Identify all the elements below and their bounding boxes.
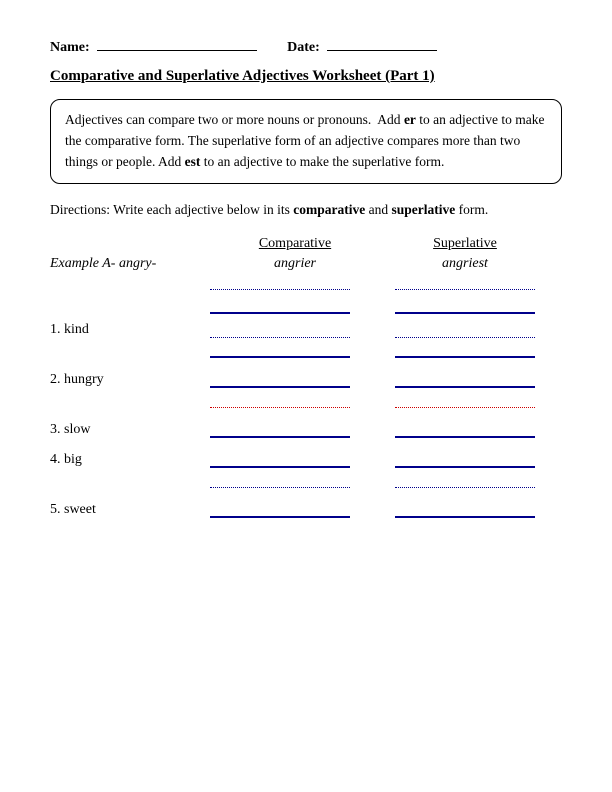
hungry-dotted-lines [210, 390, 562, 408]
row-group-kind: 1. kind [50, 320, 562, 358]
kind-comp-line [210, 340, 350, 358]
info-box: Adjectives can compare two or more nouns… [50, 99, 562, 184]
row-group-slow: 3. slow [50, 420, 562, 438]
word-row-kind: 1. kind [50, 320, 562, 338]
word-row-sweet: 5. sweet [50, 500, 562, 518]
row-group-sweet: 5. sweet [50, 500, 562, 518]
worksheet-rows: 1. kind 2. hungry [50, 320, 562, 518]
word-label-slow: 3. slow [50, 422, 210, 438]
hungry-comp-line [210, 370, 350, 388]
example-solid-line-comp [210, 296, 350, 314]
hungry-comp-dotted [210, 390, 350, 408]
example-superlative: angriest [380, 256, 550, 272]
sweet-sup-line [395, 500, 535, 518]
hungry-sup-dotted [395, 390, 535, 408]
example-row: Example A- angry- angrier angriest [50, 256, 562, 272]
row-group-hungry: 2. hungry [50, 370, 562, 408]
header-row: Name: Date: [50, 40, 562, 56]
slow-comp-line [210, 420, 350, 438]
example-comparative: angrier [210, 256, 380, 272]
kind-comp-dotted [210, 320, 350, 338]
kind-sup-line [395, 340, 535, 358]
page-title: Comparative and Superlative Adjectives W… [50, 68, 562, 85]
big-dotted-lines [210, 470, 562, 488]
big-comp-dotted [210, 470, 350, 488]
example-dotted-line-comp [210, 276, 350, 290]
big-sup-line [395, 450, 535, 468]
example-solid-line-sup [395, 296, 535, 314]
hungry-sup-line [395, 370, 535, 388]
example-dotted-line-sup [395, 276, 535, 290]
name-line [97, 50, 257, 51]
row-group-big: 4. big [50, 450, 562, 488]
kind-solid-lines [210, 340, 562, 358]
directions: Directions: Write each adjective below i… [50, 200, 562, 220]
big-comp-line [210, 450, 350, 468]
kind-sup-dotted [395, 320, 535, 338]
slow-sup-line [395, 420, 535, 438]
word-label-big: 4. big [50, 452, 210, 468]
superlative-header: Superlative [380, 236, 550, 252]
word-row-hungry: 2. hungry [50, 370, 562, 388]
example-lines [210, 276, 562, 290]
big-sup-dotted [395, 470, 535, 488]
word-label-hungry: 2. hungry [50, 372, 210, 388]
column-headers: Comparative Superlative [210, 236, 562, 252]
sweet-comp-line [210, 500, 350, 518]
word-label-sweet: 5. sweet [50, 502, 210, 518]
comparative-header: Comparative [210, 236, 380, 252]
name-label: Name: [50, 40, 257, 56]
date-label: Date: [287, 40, 437, 56]
example-label: Example A- angry- [50, 256, 210, 272]
example-solid-lines [210, 296, 562, 314]
date-line [327, 50, 437, 51]
word-row-slow: 3. slow [50, 420, 562, 438]
word-row-big: 4. big [50, 450, 562, 468]
word-label-kind: 1. kind [50, 322, 210, 338]
